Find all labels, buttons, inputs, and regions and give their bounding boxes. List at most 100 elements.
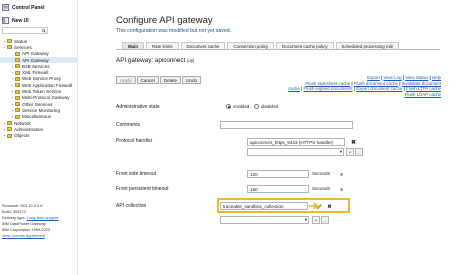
control-panel-icon — [2, 4, 9, 11]
tab-connection-policy[interactable]: Connection policy — [227, 42, 275, 49]
flush-expired-documents-link[interactable]: Flush expired documents — [303, 86, 352, 91]
flush-ltpa-cache-link[interactable]: Flush LTPA cache — [406, 86, 441, 91]
invalidate-document-link[interactable]: Invalidate document — [402, 81, 441, 86]
admin-state-disabled-radio[interactable]: disabled — [254, 104, 278, 109]
folder-icon — [7, 39, 12, 44]
front-side-timeout-input[interactable]: 120 — [247, 170, 309, 178]
front-side-timeout-label: Front side timeout — [116, 171, 157, 177]
license-link[interactable]: View License Agreement — [2, 233, 58, 239]
delete-button[interactable]: Delete — [159, 76, 182, 84]
object-name: API gateway: apiconnect — [116, 57, 186, 64]
nav-tree-label: Status — [14, 38, 28, 44]
tab-rate-limits[interactable]: Rate limits — [146, 42, 179, 49]
search-icon[interactable] — [42, 28, 46, 33]
folder-icon — [7, 121, 12, 125]
nav-tree-label: Miscellaneous — [22, 114, 52, 120]
add-api-collection-select[interactable]: ▾ — [220, 216, 309, 224]
nav-tree-label: Services — [14, 44, 32, 50]
new-ui-link[interactable]: New UI — [0, 16, 77, 25]
unsaved-warning: This configuration was modified but not … — [116, 28, 232, 34]
tab-document-cache-policy[interactable]: Document cache policy — [276, 42, 334, 49]
nav-tree-item[interactable]: + Objects — [0, 132, 78, 138]
apply-button[interactable]: Apply — [116, 76, 136, 84]
add-handler-button[interactable]: + — [346, 148, 354, 156]
main-content: Configure API gateway This configuration… — [116, 0, 474, 275]
front-persistent-timeout-input[interactable]: 180 — [247, 185, 309, 193]
export-link[interactable]: Export — [367, 75, 380, 80]
action-buttons: Apply Cancel Delete Undo — [116, 76, 202, 84]
api-collection-select[interactable]: traceable_sandbox_collection — [220, 202, 308, 210]
nav-tree-item[interactable]: + Web Application Firewall — [0, 82, 78, 88]
front-persistent-timeout-label: Front persistent timeout — [116, 186, 169, 192]
help-link[interactable]: Help — [432, 75, 441, 80]
nav-tree-label: API Gateway — [22, 57, 49, 63]
folder-icon — [15, 83, 20, 88]
left-navigation: Control Panel New UI + Status − Services API… — [0, 0, 78, 275]
folder-icon — [15, 51, 20, 56]
remove-protocol-handler-icon[interactable]: ✖ — [350, 139, 357, 146]
flush-stylesheet-cache-link[interactable]: Flush stylesheet cache — [305, 81, 350, 86]
tab-scheduled-processing-rule[interactable]: Scheduled processing rule — [335, 42, 400, 49]
api-collection-value: traceable_sandbox_collection — [223, 203, 284, 209]
build-info: Firmware: IDG.10.5.0.6 Build: 353372 Del… — [2, 203, 58, 238]
comments-label: Comments — [116, 122, 141, 128]
flush-document-cache-link[interactable]: Flush document cache — [354, 81, 398, 86]
nav-search-input[interactable] — [2, 27, 48, 34]
chevron-down-icon: ▾ — [304, 217, 307, 222]
nav-tree-label: Objects — [14, 133, 30, 139]
new-ui-icon — [2, 17, 9, 24]
remove-api-collection-icon[interactable]: ✖ — [326, 203, 333, 210]
edit-collection-button[interactable]: … — [321, 216, 329, 224]
folder-icon — [15, 89, 20, 94]
comments-input[interactable] — [220, 121, 353, 129]
required-marker-icon: ✱ — [339, 187, 344, 192]
nav-tree-label: Web Service Proxy — [22, 76, 61, 82]
protocol-handler-select[interactable]: apiconnect_https_9443 (HTTPS handler) — [247, 138, 345, 146]
nav-tree-label: B2B Services — [22, 63, 50, 69]
folder-icon — [15, 64, 20, 69]
undo-button[interactable]: Undo — [182, 76, 202, 84]
delivery-link[interactable]: Long-term support — [27, 215, 59, 220]
folder-icon — [7, 133, 12, 138]
nav-tree-label: API Gateway — [22, 51, 49, 57]
folder-icon — [15, 95, 20, 100]
nav-tree-item[interactable]: + Multi-Protocol Gateway — [0, 95, 78, 101]
nav-tree: + Status − Services API Gateway API Gateway + B… — [0, 38, 78, 139]
folder-icon — [15, 114, 20, 119]
page-title: Configure API gateway — [116, 15, 213, 26]
chevron-down-icon: ▾ — [339, 149, 342, 154]
control-panel-label: Control Panel — [12, 4, 45, 11]
new-ui-label: New UI — [12, 17, 29, 24]
tab-bar: Main Rate limits Document cache Connecti… — [122, 42, 401, 49]
folder-icon — [15, 108, 20, 113]
nav-tree-label: Network — [14, 120, 31, 126]
cancel-button[interactable]: Cancel — [136, 76, 159, 84]
radio-selected-icon — [226, 104, 231, 109]
nav-tree-label: Administration — [14, 126, 44, 132]
edit-handler-button[interactable]: … — [355, 148, 363, 156]
add-collection-button[interactable]: + — [312, 216, 320, 224]
folder-icon — [15, 58, 20, 63]
api-collection-label: API collection — [116, 203, 147, 209]
invalidate-document-cache-link[interactable]: cache — [288, 86, 300, 91]
tab-document-cache[interactable]: Document cache — [180, 42, 226, 49]
disabled-label: disabled — [261, 104, 279, 109]
tab-main[interactable]: Main — [122, 42, 145, 49]
export-document-cache-link[interactable]: Export document cache — [356, 86, 402, 91]
edit-pencil-icon[interactable] — [316, 203, 323, 210]
flush-ldap-cache-link[interactable]: Flush LDAP cache — [405, 92, 441, 97]
nav-tree-label: Service Monitoring — [22, 107, 61, 113]
view-status-link[interactable]: View Status — [405, 75, 428, 80]
admin-state-enabled-radio[interactable]: enabled — [226, 104, 249, 109]
view-log-link[interactable]: View Log — [384, 75, 402, 80]
radio-unselected-icon — [254, 104, 259, 109]
delivery-text: Delivery type: Long-term support — [2, 214, 59, 220]
control-panel-link[interactable]: Control Panel — [0, 3, 77, 12]
nav-tree-label: Other Services — [22, 101, 53, 107]
copyright-text: IBM Corporation 1999-2023 — [2, 226, 51, 232]
required-marker-icon: ✱ — [339, 172, 344, 177]
folder-icon — [7, 127, 12, 132]
folder-icon — [15, 70, 20, 75]
nav-tree-label: Multi-Protocol Gateway — [22, 95, 70, 101]
add-protocol-handler-select[interactable]: ▾ — [247, 148, 344, 156]
